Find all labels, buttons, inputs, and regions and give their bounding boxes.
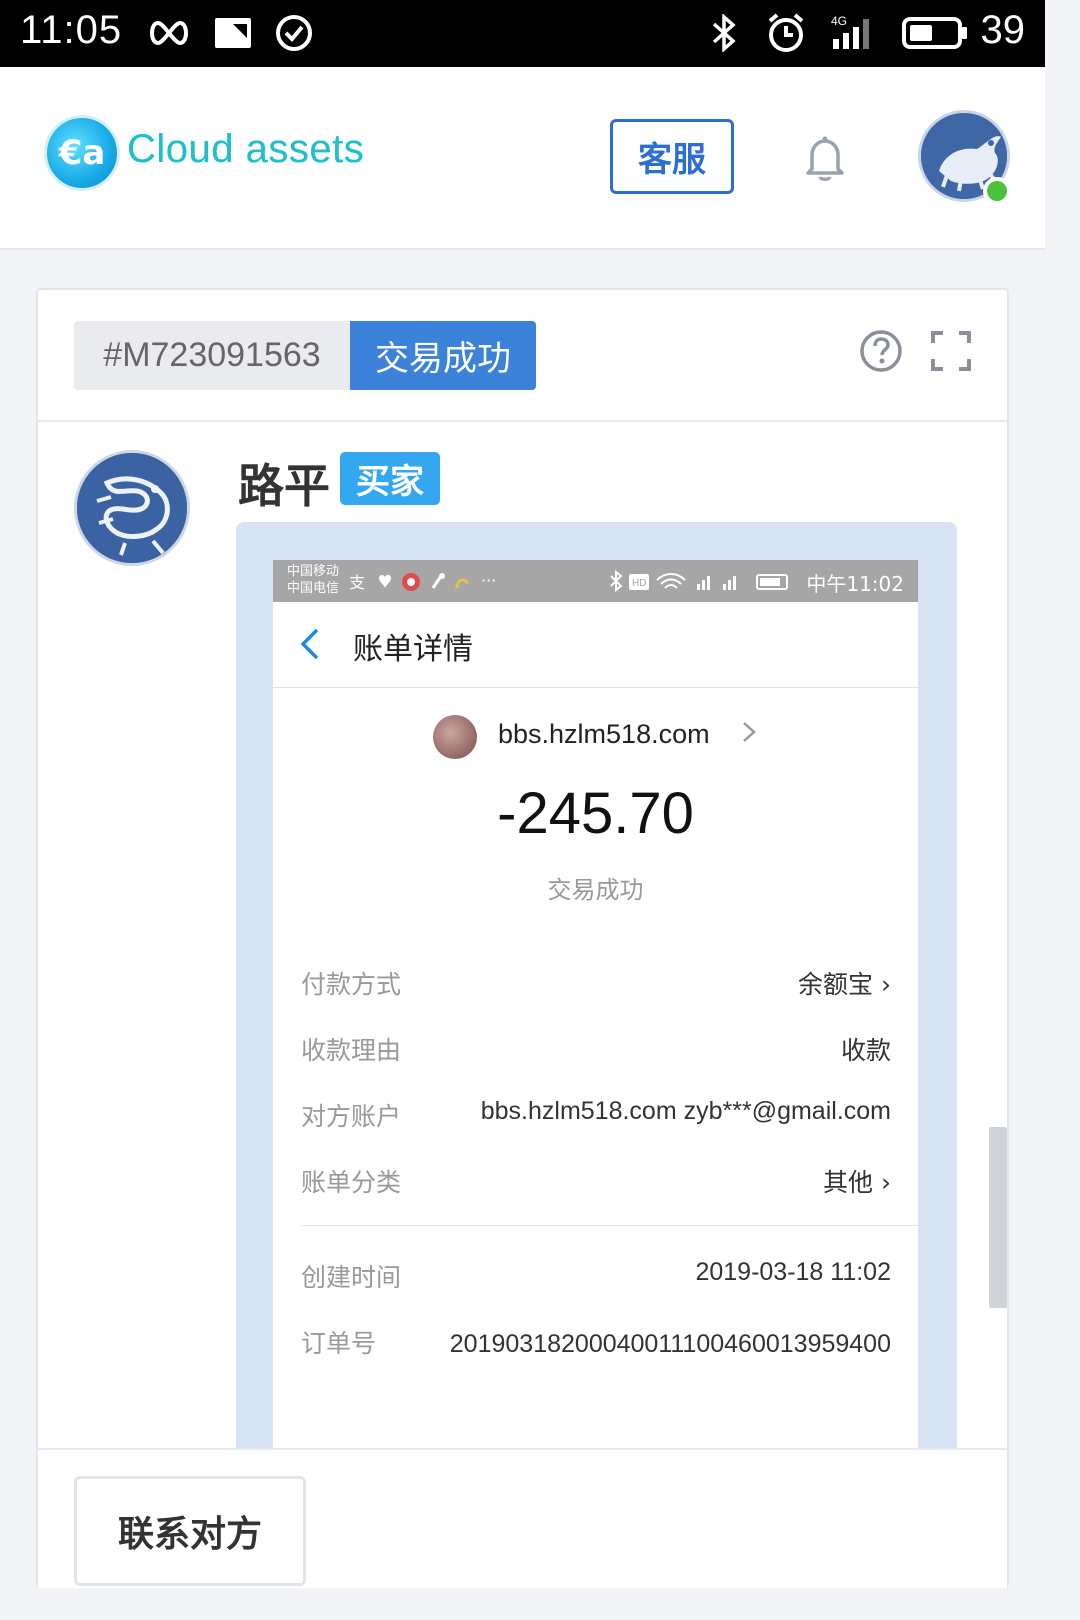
infinity-icon (145, 12, 193, 54)
status-time: 11:05 (20, 8, 123, 52)
order-card-header: #M723091563 交易成功 (38, 290, 1007, 422)
detail-row: 创建时间 2019-03-18 11:02 (301, 1258, 891, 1298)
detail-label: 对方账户 (301, 1102, 402, 1131)
signal-icon: 4G (828, 12, 878, 54)
app-notification-icons: 支 ··· (349, 570, 499, 599)
order-status-badge: 交易成功 (350, 321, 536, 390)
detail-value: 其他 › (823, 1168, 891, 1197)
help-icon[interactable] (858, 328, 904, 374)
receipt-carrier: 中国移动 中国电信 (287, 563, 339, 597)
bell-icon[interactable] (800, 133, 850, 183)
fullscreen-icon[interactable] (930, 330, 972, 372)
detail-label: 订单号 (301, 1329, 377, 1358)
svg-text:4G: 4G (831, 14, 847, 28)
transaction-amount: -245.70 (497, 781, 694, 846)
bluetooth-icon (706, 12, 742, 54)
buyer-name: 路平 (238, 459, 330, 513)
transaction-status: 交易成功 (547, 876, 644, 904)
detail-label: 付款方式 (301, 970, 402, 999)
buyer-role-badge: 买家 (340, 452, 440, 505)
merchant-row: bbs.hzlm518.com (273, 715, 918, 761)
order-id: #M723091563 (74, 321, 350, 390)
receipt-nav-bar: 账单详情 (273, 602, 918, 688)
back-chevron-icon (299, 626, 323, 671)
detail-value: 余额宝 › (798, 970, 891, 999)
receipt-screenshot: 中国移动 中国电信 支 ··· HD 中午11:02 账单详情 bbs.hzlm… (273, 560, 918, 1452)
app-logo[interactable]: €a (44, 115, 120, 191)
merchant-name: bbs.hzlm518.com (498, 719, 710, 749)
battery-icon (902, 12, 968, 54)
system-status-bar: 11:05 4G 39 (0, 0, 1045, 67)
detail-row: 收款理由 收款 (301, 1031, 891, 1071)
detail-label: 收款理由 (301, 1036, 402, 1065)
svg-text:支: 支 (349, 573, 365, 592)
receipt-time: 中午11:02 (806, 572, 904, 596)
attached-image[interactable]: 中国移动 中国电信 支 ··· HD 中午11:02 账单详情 bbs.hzlm… (236, 522, 957, 1452)
customer-service-button[interactable]: 客服 (610, 119, 734, 194)
app-name[interactable]: Cloud assets (127, 127, 364, 172)
image-icon (213, 12, 253, 54)
merchant-logo (433, 715, 477, 759)
detail-row: 账单分类 其他 › (301, 1163, 891, 1203)
chevron-right-icon (741, 717, 757, 755)
detail-row: 付款方式 余额宝 › (301, 965, 891, 1005)
check-circle-icon (274, 12, 314, 54)
detail-row: 对方账户 bbs.hzlm518.com zyb***@gmail.com (301, 1097, 891, 1137)
detail-value: 20190318200040011100460013959400 (449, 1330, 891, 1358)
scrollbar[interactable] (989, 1127, 1007, 1308)
online-status-dot (983, 177, 1011, 205)
receipt-status-bar: 中国移动 中国电信 支 ··· HD 中午11:02 (273, 560, 918, 602)
detail-value: 收款 (840, 1036, 891, 1065)
receipt-system-icons: HD (607, 569, 797, 599)
divider (301, 1225, 918, 1226)
detail-row: 订单号 20190318200040011100460013959400 (301, 1324, 891, 1414)
svg-text:HD: HD (632, 578, 646, 589)
contact-counterparty-button[interactable]: 联系对方 (74, 1476, 306, 1586)
order-card: #M723091563 交易成功 路平 买家 中国移动 中国电信 支 ··· HD (36, 288, 1009, 1588)
carrier-top: 中国移动 (287, 564, 340, 579)
receipt-title: 账单详情 (353, 632, 473, 667)
alarm-icon (764, 12, 808, 54)
battery-level: 39 (980, 8, 1026, 52)
svg-text:···: ··· (481, 571, 496, 590)
order-card-footer: 联系对方 (38, 1448, 1007, 1588)
detail-value: 2019-03-18 11:02 (695, 1258, 891, 1286)
buyer-avatar[interactable] (74, 450, 190, 566)
app-header: €a Cloud assets 客服 (0, 67, 1045, 250)
detail-label: 创建时间 (301, 1263, 402, 1292)
carrier-bottom: 中国电信 (287, 581, 340, 596)
detail-label: 账单分类 (301, 1168, 402, 1197)
detail-value: bbs.hzlm518.com zyb***@gmail.com (480, 1097, 891, 1125)
